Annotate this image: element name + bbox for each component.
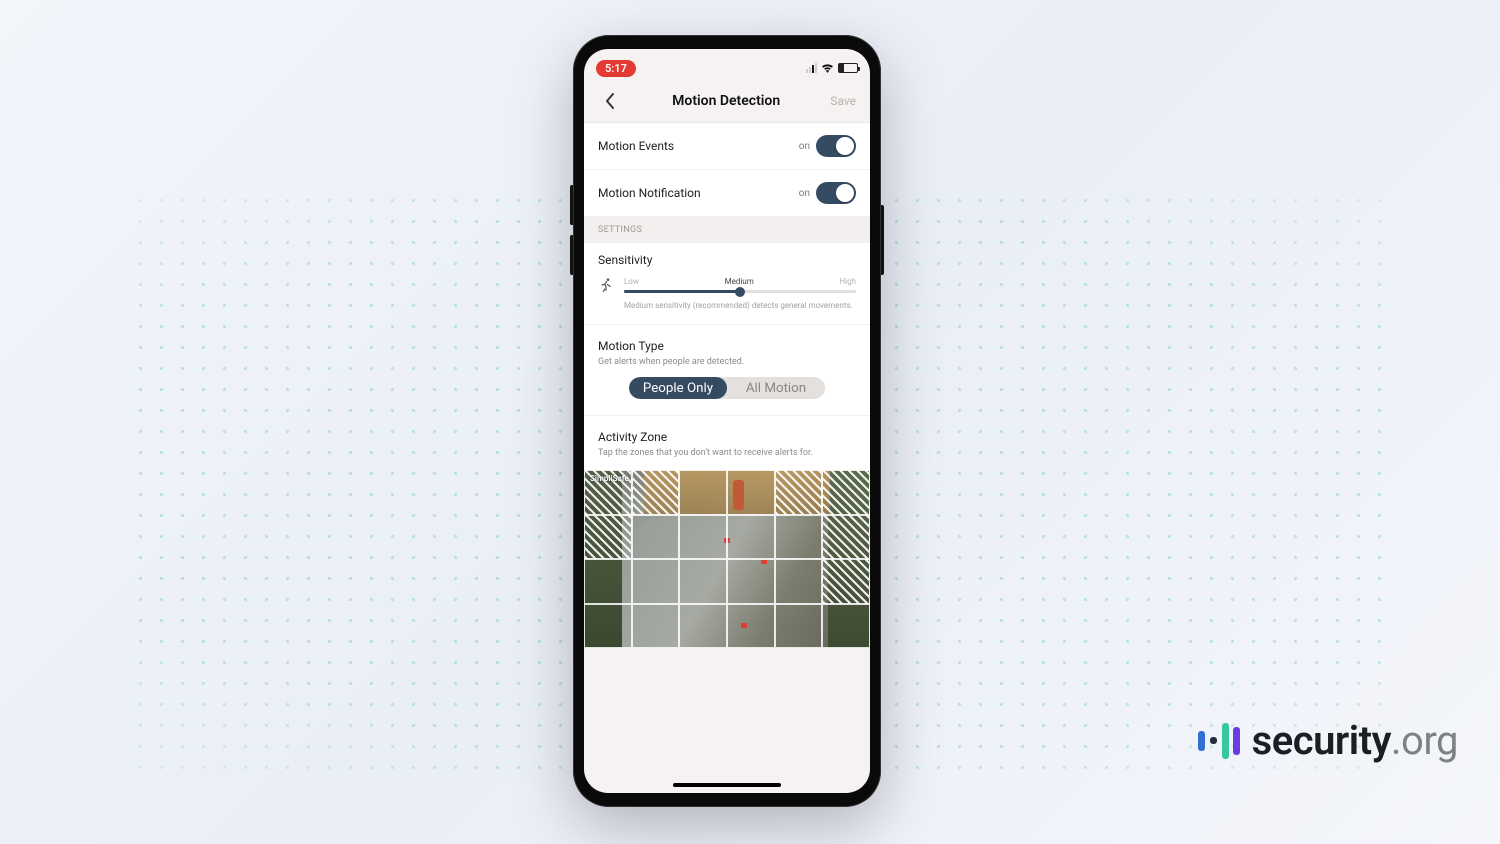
brand-mark-icon bbox=[1198, 723, 1240, 759]
running-person-icon bbox=[598, 277, 614, 293]
zone-cell[interactable] bbox=[584, 515, 632, 560]
camera-brand-label: SimpliSafe bbox=[590, 474, 629, 483]
status-bar: 5:17 bbox=[584, 49, 870, 79]
sensitivity-low-label: Low bbox=[624, 277, 639, 286]
motion-events-toggle[interactable] bbox=[816, 135, 856, 157]
activity-zone-subtitle: Tap the zones that you don't want to rec… bbox=[598, 448, 856, 458]
sensitivity-high-label: High bbox=[839, 277, 856, 286]
zone-cell[interactable] bbox=[822, 559, 870, 604]
zone-cell[interactable] bbox=[632, 470, 680, 515]
nav-title: Motion Detection bbox=[672, 93, 780, 109]
sensitivity-section: Sensitivity Low Medium High bbox=[584, 243, 870, 325]
zone-cell[interactable] bbox=[584, 559, 632, 604]
zone-cell[interactable] bbox=[584, 604, 632, 649]
zone-cell[interactable] bbox=[679, 515, 727, 560]
zone-cell[interactable] bbox=[679, 470, 727, 515]
zone-cell[interactable] bbox=[679, 559, 727, 604]
settings-section-header: SETTINGS bbox=[584, 217, 870, 243]
motion-events-label: Motion Events bbox=[598, 139, 674, 153]
status-icons bbox=[806, 63, 858, 73]
brand-name: security bbox=[1252, 717, 1391, 764]
sensitivity-note: Medium sensitivity (recommended) detects… bbox=[624, 301, 856, 310]
zone-cell[interactable] bbox=[775, 604, 823, 649]
activity-zone-section: Activity Zone Tap the zones that you don… bbox=[584, 416, 870, 464]
wifi-icon bbox=[821, 63, 834, 73]
slider-thumb[interactable] bbox=[735, 287, 745, 297]
brand-text: security.org bbox=[1252, 717, 1458, 764]
zone-cell[interactable] bbox=[727, 559, 775, 604]
zone-cell[interactable] bbox=[775, 559, 823, 604]
motion-notification-toggle[interactable] bbox=[816, 182, 856, 204]
zone-cell[interactable] bbox=[632, 604, 680, 649]
zone-cell[interactable] bbox=[632, 559, 680, 604]
status-time-pill: 5:17 bbox=[596, 60, 636, 77]
activity-zone-title: Activity Zone bbox=[598, 430, 856, 444]
slider-track[interactable] bbox=[624, 290, 856, 293]
motion-events-state: on bbox=[799, 141, 810, 152]
row-motion-notification: Motion Notification on bbox=[584, 170, 870, 217]
zone-cell[interactable] bbox=[822, 604, 870, 649]
zone-cell[interactable] bbox=[632, 515, 680, 560]
camera-preview[interactable]: SimpliSafe bbox=[584, 470, 870, 648]
signal-icon bbox=[806, 63, 817, 73]
zone-cell[interactable] bbox=[727, 515, 775, 560]
chevron-left-icon bbox=[604, 92, 616, 110]
motion-type-people-only[interactable]: People Only bbox=[629, 377, 727, 399]
page-background: 5:17 Motion Detection Save Motion Events bbox=[0, 0, 1500, 844]
brand-tld: .org bbox=[1391, 717, 1458, 764]
zone-cell[interactable] bbox=[822, 470, 870, 515]
zone-cell[interactable] bbox=[727, 604, 775, 649]
motion-type-segmented-control: People Only All Motion bbox=[629, 377, 825, 399]
sensitivity-title: Sensitivity bbox=[598, 253, 856, 267]
save-button[interactable]: Save bbox=[830, 94, 856, 108]
motion-type-title: Motion Type bbox=[598, 339, 856, 353]
motion-type-subtitle: Get alerts when people are detected. bbox=[598, 357, 856, 367]
battery-icon bbox=[838, 63, 858, 73]
zone-cell[interactable] bbox=[727, 470, 775, 515]
motion-notification-state: on bbox=[799, 188, 810, 199]
settings-content: Motion Events on Motion Notification on bbox=[584, 123, 870, 217]
zone-cell[interactable] bbox=[775, 470, 823, 515]
sensitivity-slider[interactable]: Low Medium High bbox=[624, 277, 856, 293]
row-motion-events: Motion Events on bbox=[584, 123, 870, 170]
motion-type-all-motion[interactable]: All Motion bbox=[727, 377, 825, 399]
home-indicator[interactable] bbox=[673, 783, 781, 787]
phone-frame: 5:17 Motion Detection Save Motion Events bbox=[573, 35, 881, 807]
zone-cell[interactable] bbox=[775, 515, 823, 560]
zone-grid[interactable] bbox=[584, 470, 870, 648]
zone-cell[interactable] bbox=[679, 604, 727, 649]
back-button[interactable] bbox=[598, 92, 622, 110]
motion-type-section: Motion Type Get alerts when people are d… bbox=[584, 325, 870, 416]
brand-logo: security.org bbox=[1198, 717, 1458, 764]
motion-notification-label: Motion Notification bbox=[598, 186, 701, 200]
zone-cell[interactable] bbox=[822, 515, 870, 560]
sensitivity-medium-label: Medium bbox=[725, 277, 754, 286]
phone-screen: 5:17 Motion Detection Save Motion Events bbox=[584, 49, 870, 793]
nav-header: Motion Detection Save bbox=[584, 79, 870, 123]
